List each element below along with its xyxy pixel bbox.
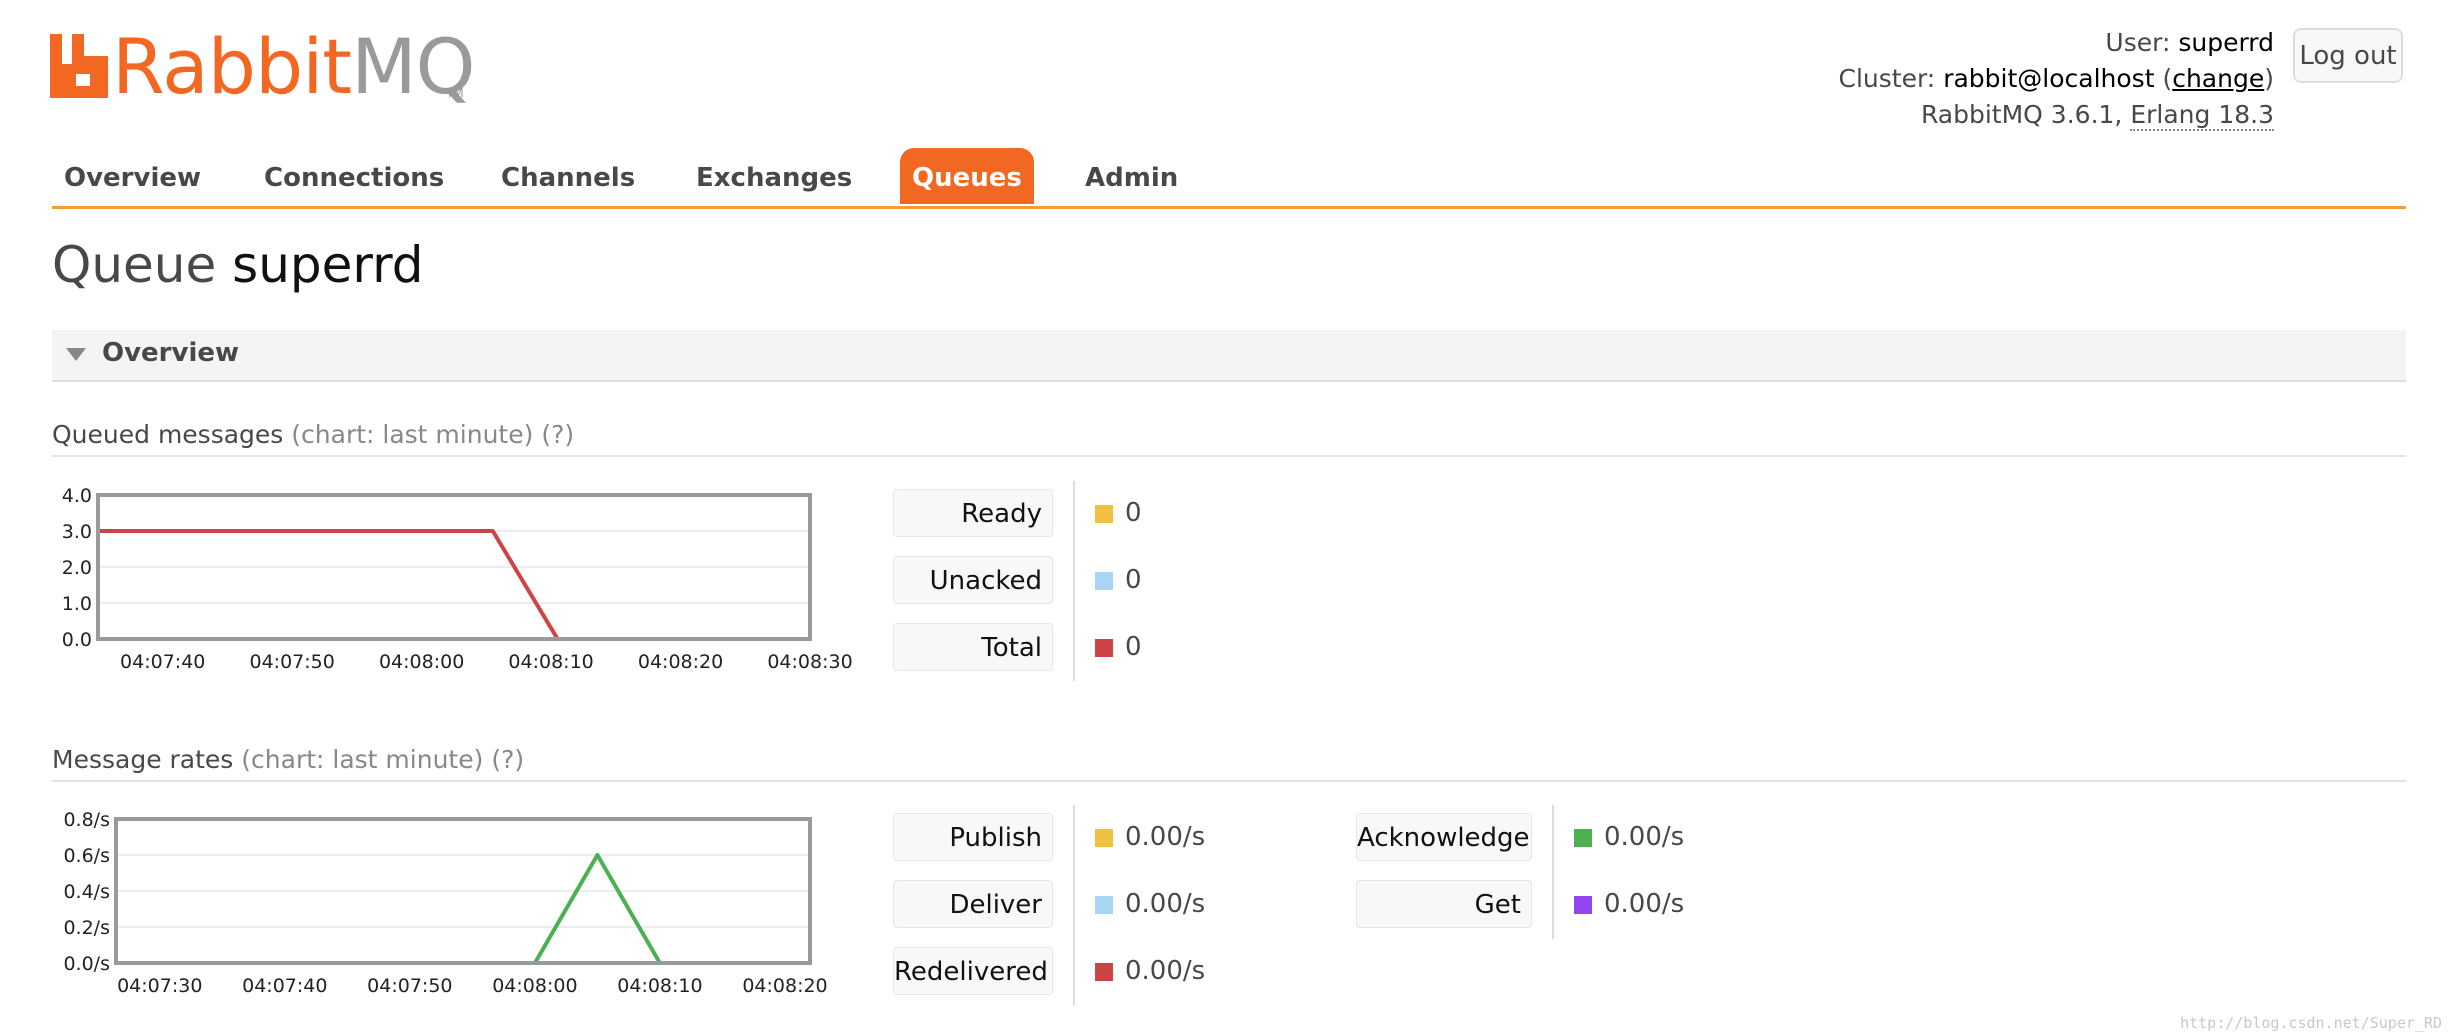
x-tick-label: 04:07:50	[250, 651, 335, 673]
logout-button[interactable]: Log out	[2293, 28, 2403, 83]
stat-total: 0	[1095, 623, 1142, 671]
stat-get: 0.00/s	[1574, 880, 1684, 928]
y-tick-label: 0.0/s	[63, 953, 110, 975]
help-link[interactable]: (?)	[491, 745, 524, 774]
redelivered-color-swatch	[1095, 963, 1113, 981]
queued-messages-heading: Queued messages (chart: last minute) (?)	[52, 420, 2406, 457]
stat-deliver: 0.00/s	[1095, 880, 1205, 928]
x-tick-label: 04:08:20	[742, 975, 827, 997]
version-info: RabbitMQ 3.6.1, Erlang 18.3	[1920, 100, 2274, 131]
tab-queues[interactable]: Queues	[900, 148, 1034, 204]
stat-label-redelivered: Redelivered	[893, 947, 1053, 995]
stat-ready: 0	[1095, 489, 1142, 537]
overview-section-toggle[interactable]: Overview	[52, 330, 2406, 382]
user-name: superrd	[2178, 28, 2274, 57]
cluster-name: rabbit@localhost	[1943, 64, 2155, 93]
triangle-down-icon	[66, 348, 86, 361]
x-tick-label: 04:08:10	[617, 975, 702, 997]
series-line-0	[98, 529, 810, 641]
user-info: User: superrd	[2105, 28, 2274, 57]
user-label: User:	[2105, 28, 2171, 57]
y-tick-label: 0.6/s	[63, 845, 110, 867]
chart-range-hint[interactable]: (chart: last minute)	[291, 420, 533, 449]
stat-label-unacked: Unacked	[893, 556, 1053, 604]
rabbitmq-logo[interactable]: RabbitMQ TM	[50, 22, 476, 111]
section-title: Overview	[102, 338, 240, 368]
x-tick-label: 04:07:40	[120, 651, 205, 673]
x-tick-label: 04:08:20	[638, 651, 723, 673]
unacked-color-swatch	[1095, 572, 1113, 590]
stat-label-deliver: Deliver	[893, 880, 1053, 928]
tab-admin[interactable]: Admin	[1085, 148, 1178, 204]
y-tick-label: 0.2/s	[63, 917, 110, 939]
deliver-color-swatch	[1095, 896, 1113, 914]
y-tick-label: 2.0	[62, 557, 92, 579]
x-tick-label: 04:07:30	[117, 975, 202, 997]
ready-color-swatch	[1095, 505, 1113, 523]
tab-connections[interactable]: Connections	[264, 148, 444, 204]
tab-overview[interactable]: Overview	[64, 148, 201, 204]
stat-publish: 0.00/s	[1095, 813, 1205, 861]
cluster-label: Cluster:	[1838, 64, 1936, 93]
message-rates-heading: Message rates (chart: last minute) (?)	[52, 745, 2406, 782]
page-title-prefix: Queue	[52, 236, 217, 294]
cluster-info: Cluster: rabbit@localhost (change)	[1838, 64, 2274, 93]
trademark-mark: TM	[446, 86, 464, 100]
stats-divider	[1073, 481, 1075, 681]
queue-name: superrd	[232, 236, 424, 294]
stat-unacked: 0	[1095, 556, 1142, 604]
stat-label-total: Total	[893, 623, 1053, 671]
get-color-swatch	[1574, 896, 1592, 914]
chart-range-hint[interactable]: (chart: last minute)	[241, 745, 483, 774]
tab-channels[interactable]: Channels	[501, 148, 635, 204]
stat-acknowledge: 0.00/s	[1574, 813, 1684, 861]
stat-label-ready: Ready	[893, 489, 1053, 537]
stat-label-publish: Publish	[893, 813, 1053, 861]
total-color-swatch	[1095, 639, 1113, 657]
rabbitmq-version: RabbitMQ 3.6.1,	[1920, 100, 2123, 129]
acknowledge-color-swatch	[1574, 829, 1592, 847]
x-tick-label: 04:07:40	[242, 975, 327, 997]
stat-label-acknowledge: Acknowledge	[1356, 813, 1532, 861]
rates-divider-left	[1073, 805, 1075, 1005]
y-tick-label: 3.0	[62, 521, 92, 543]
help-link[interactable]: (?)	[541, 420, 574, 449]
main-nav-tabs: Overview Connections Channels Exchanges …	[52, 148, 2406, 209]
series-line-1	[116, 853, 810, 965]
erlang-version[interactable]: Erlang 18.3	[2130, 100, 2274, 131]
queued-messages-chart: 4.0 3.0 2.0 1.0 0.0 04:07:40 04:07:50 04:08:00 0…	[62, 485, 853, 673]
publish-color-swatch	[1095, 829, 1113, 847]
message-rates-chart: 0.8/s 0.6/s 0.4/s 0.2/s 0.0/s 04:07:30 04:07:4…	[63, 809, 827, 997]
x-tick-label: 04:07:50	[367, 975, 452, 997]
rates-divider-right	[1552, 805, 1554, 939]
y-tick-label: 0.4/s	[63, 881, 110, 903]
rabbit-logo-icon	[50, 34, 108, 98]
y-tick-label: 0.8/s	[63, 809, 110, 831]
y-tick-label: 4.0	[62, 485, 92, 507]
x-tick-label: 04:08:00	[492, 975, 577, 997]
watermark: http://blog.csdn.net/Super_RD	[2180, 1014, 2442, 1032]
x-tick-label: 04:08:30	[767, 651, 852, 673]
x-tick-label: 04:08:10	[508, 651, 593, 673]
change-cluster-link[interactable]: change	[2172, 64, 2264, 93]
page-title: Queue superrd	[52, 236, 424, 294]
stat-label-get: Get	[1356, 880, 1532, 928]
y-tick-label: 0.0	[62, 629, 92, 651]
tab-exchanges[interactable]: Exchanges	[696, 148, 852, 204]
logo-wordmark: RabbitMQ	[112, 22, 476, 111]
stat-redelivered: 0.00/s	[1095, 947, 1205, 995]
x-tick-label: 04:08:00	[379, 651, 464, 673]
y-tick-label: 1.0	[62, 593, 92, 615]
